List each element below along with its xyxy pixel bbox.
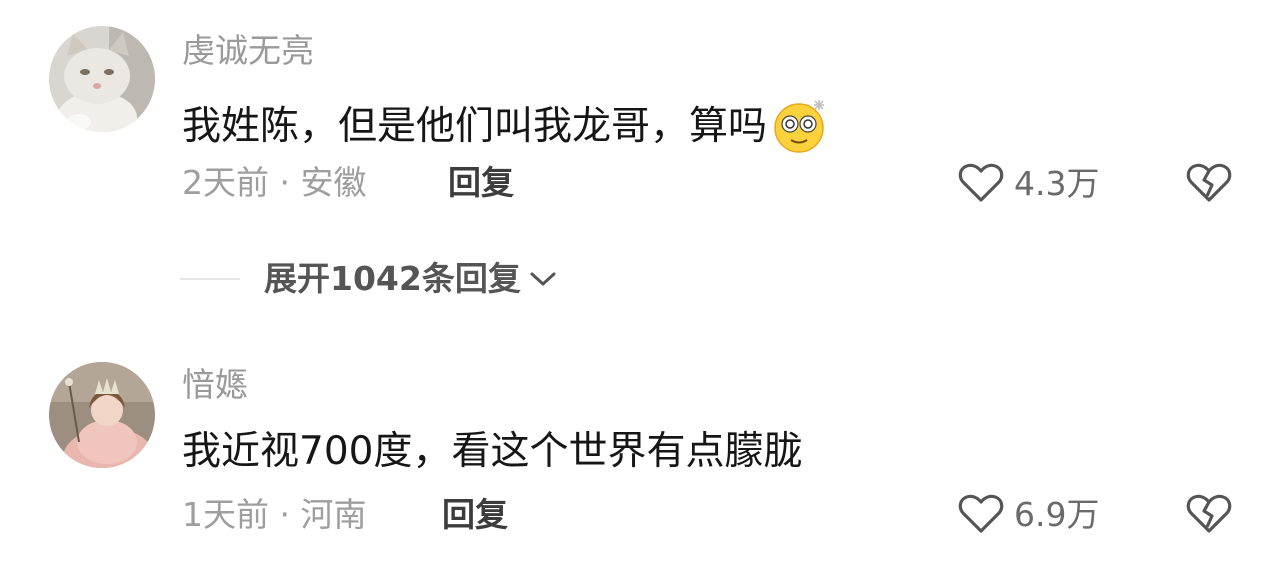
comment-time: 1天前	[182, 495, 269, 534]
reply-button[interactable]: 回复	[448, 166, 514, 199]
comment-meta: 2天前 · 安徽	[182, 166, 367, 199]
broken-heart-icon	[1186, 494, 1232, 533]
dizzy-face-emoji	[771, 98, 827, 154]
chevron-down-icon	[530, 272, 556, 285]
comment-item: 愔嫕 我近视700度，看这个世界有点朦胧 1天前 · 河南 回复 6.9万	[0, 340, 1284, 586]
dislike-button[interactable]	[1186, 162, 1232, 208]
comment-text-content: 我姓陈，但是他们叫我龙哥，算吗	[182, 103, 768, 149]
comment-time: 2天前	[182, 163, 269, 202]
username[interactable]: 愔嫕	[182, 368, 248, 401]
dislike-button[interactable]	[1186, 493, 1232, 539]
like-button[interactable]: 4.3万	[958, 162, 1099, 204]
comment-meta: 1天前 · 河南	[182, 498, 367, 531]
heart-outline-icon	[958, 494, 1004, 533]
meta-separator: ·	[279, 495, 291, 534]
meta-separator: ·	[279, 163, 291, 202]
like-button[interactable]: 6.9万	[958, 493, 1099, 535]
avatar[interactable]	[49, 26, 155, 132]
like-count: 4.3万	[1014, 163, 1100, 203]
comment-location: 河南	[300, 495, 367, 534]
princess-avatar-image	[49, 362, 155, 468]
username[interactable]: 虔诚无亮	[182, 34, 314, 67]
comment-item: 虔诚无亮 我姓陈，但是他们叫我龙哥，算吗 2天前 · 安徽 回复 4.3万	[0, 0, 1284, 240]
broken-heart-icon	[1186, 163, 1232, 202]
expand-replies-label: 展开1042条回复	[264, 259, 521, 298]
reply-button[interactable]: 回复	[442, 498, 508, 531]
expand-replies-button[interactable]: 展开1042条回复	[180, 262, 557, 295]
like-count: 6.9万	[1014, 494, 1100, 534]
comment-text: 我近视700度，看这个世界有点朦胧	[182, 432, 802, 471]
divider	[180, 277, 240, 280]
heart-outline-icon	[958, 163, 1004, 202]
avatar[interactable]	[49, 362, 155, 468]
comment-text: 我姓陈，但是他们叫我龙哥，算吗	[182, 98, 827, 154]
comment-location: 安徽	[300, 163, 367, 202]
comment-text-content: 我近视700度，看这个世界有点朦胧	[182, 429, 803, 474]
cat-avatar-image	[49, 26, 155, 132]
